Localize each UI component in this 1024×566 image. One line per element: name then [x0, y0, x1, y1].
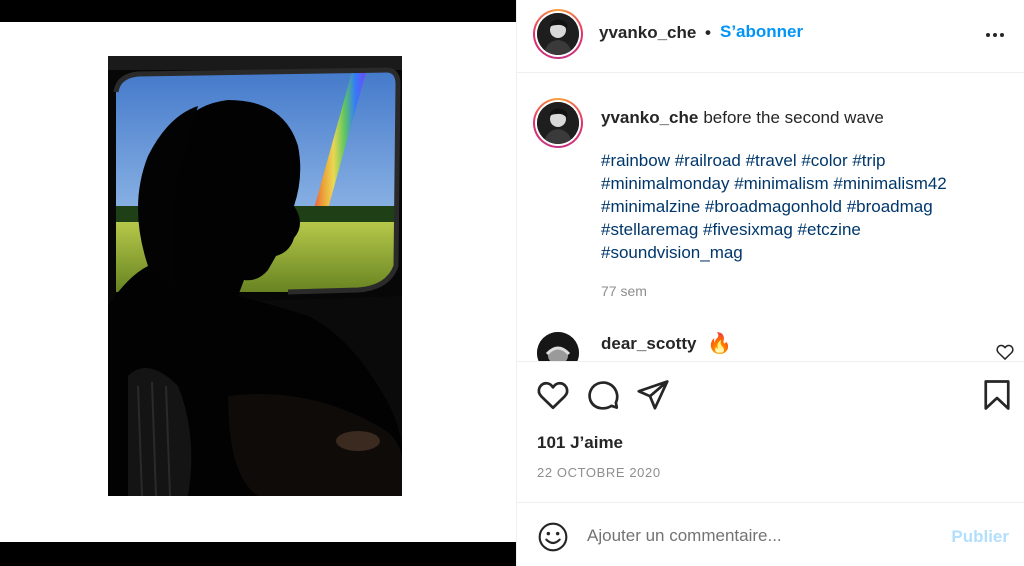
likes-count[interactable]: 101 J’aime: [537, 433, 623, 453]
profile-photo-icon: [537, 102, 579, 144]
profile-photo-icon: [537, 13, 579, 55]
comment-avatar[interactable]: [537, 332, 579, 361]
avatar-image: [537, 13, 579, 55]
train-window-photo: [108, 56, 402, 496]
caption-time[interactable]: 77 sem: [601, 283, 647, 299]
post-side-pane: yvanko_che • S’abonner yvanko_chebefore …: [516, 0, 1024, 566]
paper-plane-icon[interactable]: [635, 377, 671, 413]
comments-section[interactable]: yvanko_che before the second wave #rainbo…: [517, 74, 1024, 362]
post-header: yvanko_che • S’abonner: [517, 0, 1024, 73]
caption-avatar[interactable]: [533, 98, 583, 148]
more-horizontal-icon[interactable]: [983, 26, 1007, 44]
caption-username[interactable]: yvanko_che: [601, 108, 698, 127]
publish-button[interactable]: Publier: [951, 527, 1009, 547]
post-photo[interactable]: [108, 56, 402, 496]
smiley-icon[interactable]: [537, 521, 569, 553]
action-bar: [517, 377, 1024, 417]
follow-button[interactable]: S’abonner: [720, 22, 803, 42]
bookmark-icon[interactable]: [979, 377, 1015, 413]
add-comment-bar: Publier: [517, 502, 1024, 566]
letterbox-bar-top: [0, 0, 516, 22]
separator-dot: •: [705, 23, 711, 42]
comment-heart-icon[interactable]: [995, 342, 1015, 362]
comment-bubble-icon[interactable]: [585, 377, 621, 413]
avatar-image: [537, 102, 579, 144]
header-username[interactable]: yvanko_che: [599, 23, 696, 43]
post-media-pane: [0, 0, 516, 566]
letterbox-bar-bottom: [0, 542, 516, 566]
comment-text: 🔥: [707, 333, 732, 355]
caption-hashtags[interactable]: #rainbow #railroad #travel #color #trip …: [601, 149, 1001, 264]
post-date[interactable]: 22 OCTOBRE 2020: [537, 465, 661, 480]
comment-input[interactable]: [587, 521, 927, 551]
comment-username[interactable]: dear_scotty: [601, 334, 696, 354]
header-avatar[interactable]: [533, 9, 583, 59]
caption: yvanko_che before the second wave: [601, 106, 1001, 129]
heart-icon[interactable]: [535, 377, 571, 413]
caption-text: before the second wave: [703, 108, 884, 127]
profile-photo-icon: [537, 332, 579, 361]
